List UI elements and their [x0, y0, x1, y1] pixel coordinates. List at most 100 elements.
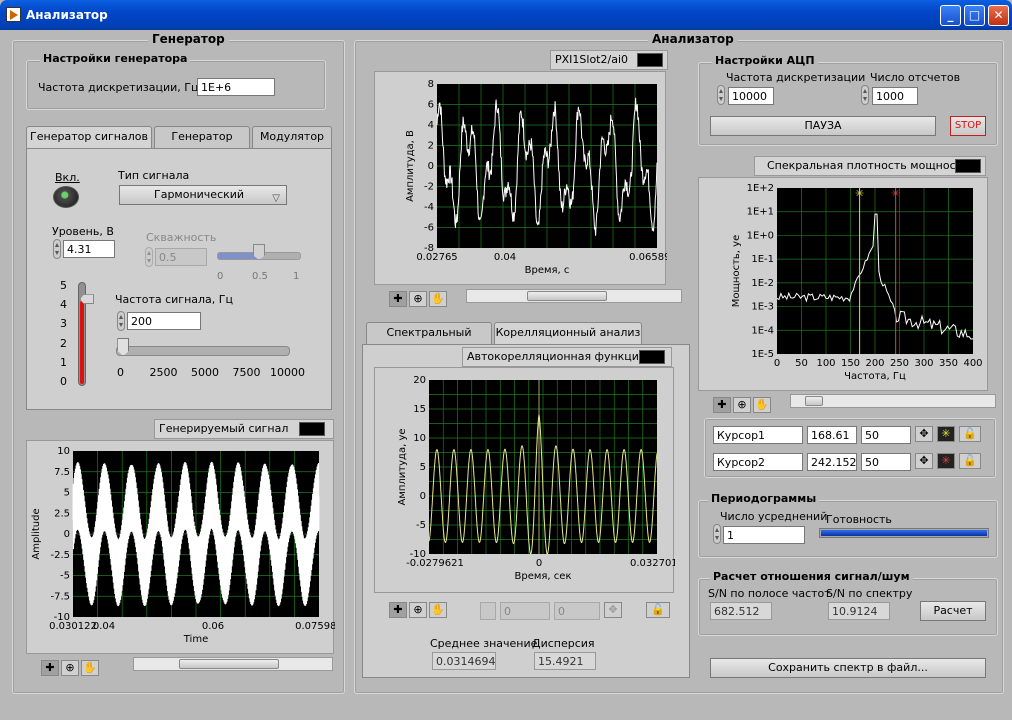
x-axis-label: Время, с — [525, 265, 570, 276]
acf-cursor-x[interactable]: 0 — [500, 602, 550, 620]
on-toggle[interactable] — [53, 186, 79, 208]
lock-icon[interactable]: 🔓 — [959, 453, 981, 469]
y-tick-label: 7.5 — [54, 467, 70, 478]
crosshair-icon[interactable]: ✚ — [713, 397, 731, 413]
hand-icon[interactable]: ✋ — [429, 602, 447, 618]
y-tick-label: 6 — [428, 100, 434, 111]
pause-button[interactable]: ПАУЗА — [710, 116, 936, 136]
freq-tick: 0 — [117, 366, 124, 379]
cursor-style-icon[interactable]: ✳ — [937, 426, 955, 442]
y-tick-label: 2.5 — [54, 508, 70, 519]
x-tick-label: 350 — [939, 358, 958, 369]
level-gauge-tick: 2 — [60, 336, 67, 350]
freq-slider-track[interactable] — [116, 346, 290, 356]
y-tick-label: -2.5 — [50, 550, 70, 561]
cursor1-x[interactable]: 168.61 — [807, 426, 857, 444]
acf-cursor-y[interactable]: 0 — [554, 602, 600, 620]
generator-header: Генератор — [148, 32, 229, 46]
crosshair-icon[interactable]: ✚ — [41, 660, 59, 676]
maximize-button[interactable]: □ — [964, 5, 985, 26]
y-tick-label: 1E+1 — [747, 207, 774, 218]
freq-field[interactable]: 200 — [127, 312, 201, 330]
adc-rate-label: Частота дискретизации — [726, 71, 866, 84]
generator-settings-header: Настройки генератора — [40, 52, 191, 65]
averages-field[interactable]: 1 — [723, 526, 805, 544]
close-button[interactable]: ✕ — [988, 5, 1009, 26]
acquired-signal-scrollbar[interactable] — [466, 289, 682, 303]
cursor2-x[interactable]: 242.152 — [807, 453, 857, 471]
tab-noise-generator[interactable]: Генератор шума — [154, 126, 250, 163]
level-field[interactable]: 4.31 — [63, 240, 115, 258]
y-tick-label: 0 — [64, 529, 70, 540]
variance-label: Дисперсия — [532, 637, 595, 650]
y-axis-label: Мощность, уе — [731, 235, 742, 307]
crosshair-icon[interactable]: ✚ — [389, 602, 407, 618]
title-bar[interactable]: Анализатор _ □ ✕ — [0, 0, 1012, 30]
hand-icon[interactable]: ✋ — [81, 660, 99, 676]
zoom-icon[interactable]: ⊕ — [733, 397, 751, 413]
tab-modulator[interactable]: Модулятор — [252, 126, 332, 148]
cursor1-marker-icon[interactable]: ✳ — [855, 187, 864, 200]
sample-rate-field[interactable]: 1E+6 — [197, 78, 275, 96]
hand-icon[interactable]: ✋ — [429, 291, 447, 307]
freq-tick: 7500 — [232, 366, 261, 379]
tab-signal-generator[interactable]: Генератор сигналов — [26, 126, 152, 150]
signal-type-label: Тип сигнала — [118, 169, 190, 182]
adc-count-spinner[interactable] — [861, 85, 869, 105]
legend-icon[interactable] — [299, 422, 325, 436]
duty-tick-1: 0.5 — [252, 271, 268, 282]
cursor-style-icon[interactable]: ✳ — [937, 453, 955, 469]
averages-spinner[interactable] — [713, 524, 721, 544]
move-icon[interactable]: ✥ — [604, 602, 622, 618]
variance-value: 15.4921 — [534, 652, 596, 670]
tab-correlation-analysis[interactable]: Корелляционный анализ — [494, 322, 642, 346]
lock-icon[interactable]: 🔓 — [959, 426, 981, 442]
tab-spectral-analysis[interactable]: Спектральный анализ — [366, 322, 492, 359]
move-icon[interactable]: ✥ — [915, 426, 933, 442]
snr-spec-label: S/N по спектру — [826, 587, 913, 600]
signal-type-dropdown[interactable]: Гармонический ▽ — [119, 185, 287, 205]
x-tick-label: 50 — [795, 358, 808, 369]
psd-scrollbar[interactable] — [790, 394, 996, 408]
scrollbar-thumb[interactable] — [805, 396, 823, 406]
averages-label: Число усреднений — [720, 510, 828, 523]
acquired-signal-svg: 86420-2-4-6-80.027650.040.065899Время, с… — [405, 79, 677, 276]
x-tick-label: 100 — [816, 358, 835, 369]
psd-graph: 1E+2 1E+1 1E+0 1E-1 1E-2 1E-3 1E-4 1E-5 0 50 100 15… — [698, 177, 988, 391]
generated-signal-scrollbar[interactable] — [133, 657, 333, 671]
duty-field[interactable]: 0.5 — [155, 248, 207, 266]
mean-label: Среднее значение — [430, 637, 538, 650]
scrollbar-thumb[interactable] — [179, 659, 279, 669]
minimize-button[interactable]: _ — [940, 5, 961, 26]
adc-rate-field[interactable]: 10000 — [728, 87, 774, 105]
hand-icon[interactable]: ✋ — [753, 397, 771, 413]
level-gauge-tick: 5 — [60, 279, 67, 292]
cursor1-y[interactable]: 50 — [861, 426, 911, 444]
zoom-icon[interactable]: ⊕ — [409, 291, 427, 307]
move-icon[interactable]: ✥ — [915, 453, 933, 469]
legend-icon[interactable] — [955, 159, 981, 173]
duty-spinner[interactable] — [145, 247, 153, 267]
crosshair-icon[interactable]: ✚ — [389, 291, 407, 307]
freq-spinner[interactable] — [117, 311, 125, 331]
acf-cursor-checkbox[interactable] — [480, 602, 496, 620]
adc-rate-spinner[interactable] — [717, 85, 725, 105]
legend-icon[interactable] — [639, 350, 665, 364]
y-tick-label: -7.5 — [50, 591, 70, 602]
zoom-icon[interactable]: ⊕ — [409, 602, 427, 618]
scrollbar-thumb[interactable] — [527, 291, 607, 301]
x-tick-label: 0.065899 — [629, 252, 667, 263]
y-tick-label: 0 — [428, 161, 434, 172]
adc-count-field[interactable]: 1000 — [872, 87, 918, 105]
cursor2-y[interactable]: 50 — [861, 453, 911, 471]
legend-icon[interactable] — [637, 53, 663, 67]
cursor1-name[interactable]: Курсор1 — [713, 426, 803, 444]
calculate-button[interactable]: Расчет — [920, 601, 986, 621]
stop-button[interactable]: STOP — [950, 116, 986, 136]
zoom-icon[interactable]: ⊕ — [61, 660, 79, 676]
save-spectrum-button[interactable]: Сохранить спектр в файл... — [710, 658, 986, 678]
cursor2-marker-icon[interactable]: ✳ — [891, 187, 900, 200]
lock-icon[interactable]: 🔓 — [646, 602, 670, 618]
cursor2-name[interactable]: Курсор2 — [713, 453, 803, 471]
level-spinner[interactable] — [53, 239, 61, 259]
